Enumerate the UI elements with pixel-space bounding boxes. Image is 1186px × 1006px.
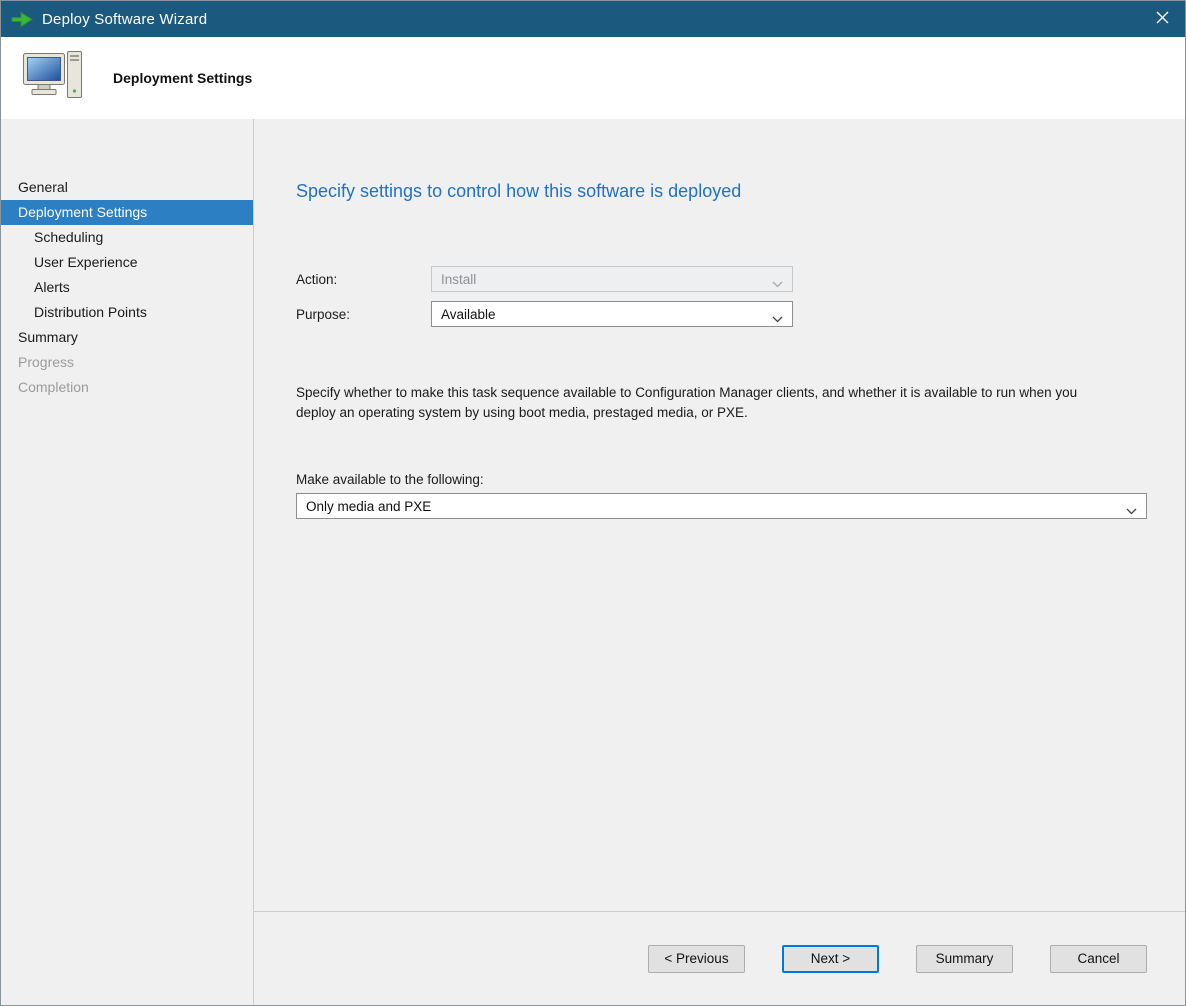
make-available-label: Make available to the following: bbox=[296, 472, 1147, 487]
wizard-header: Deployment Settings bbox=[1, 37, 1185, 119]
action-row: Action: Install bbox=[296, 266, 1147, 292]
titlebar: Deploy Software Wizard bbox=[1, 1, 1185, 37]
sidebar-item-general[interactable]: General bbox=[1, 175, 253, 200]
chevron-down-icon bbox=[772, 311, 783, 318]
sidebar-item-distribution-points[interactable]: Distribution Points bbox=[1, 300, 253, 325]
purpose-select[interactable]: Available bbox=[431, 301, 793, 327]
content-heading: Specify settings to control how this sof… bbox=[296, 181, 1147, 202]
wizard-green-arrow-icon bbox=[11, 11, 33, 28]
purpose-row: Purpose: Available bbox=[296, 301, 1147, 327]
page-title: Deployment Settings bbox=[113, 70, 252, 86]
chevron-down-icon bbox=[772, 276, 783, 283]
make-available-wrap: Only media and PXE bbox=[296, 493, 1147, 519]
purpose-value: Available bbox=[441, 307, 496, 322]
cancel-button[interactable]: Cancel bbox=[1050, 945, 1147, 973]
close-button[interactable] bbox=[1139, 1, 1185, 37]
action-label: Action: bbox=[296, 272, 431, 287]
sidebar-item-completion: Completion bbox=[1, 375, 253, 400]
sidebar-item-alerts[interactable]: Alerts bbox=[1, 275, 253, 300]
sidebar-item-deployment-settings[interactable]: Deployment Settings bbox=[1, 200, 253, 225]
wizard-footer: < Previous Next > Summary Cancel bbox=[254, 911, 1185, 1005]
action-select: Install bbox=[431, 266, 793, 292]
make-available-value: Only media and PXE bbox=[306, 499, 431, 514]
summary-button[interactable]: Summary bbox=[916, 945, 1013, 973]
make-available-select[interactable]: Only media and PXE bbox=[296, 493, 1147, 519]
wizard-steps-sidebar: General Deployment Settings Scheduling U… bbox=[1, 119, 253, 1005]
deploy-software-wizard-window: Deploy Software Wizard bbox=[0, 0, 1186, 1006]
sidebar-item-scheduling[interactable]: Scheduling bbox=[1, 225, 253, 250]
previous-button[interactable]: < Previous bbox=[648, 945, 745, 973]
sidebar-item-progress: Progress bbox=[1, 350, 253, 375]
description-text: Specify whether to make this task sequen… bbox=[296, 383, 1108, 422]
wizard-body: General Deployment Settings Scheduling U… bbox=[1, 119, 1185, 1005]
window-title: Deploy Software Wizard bbox=[42, 11, 207, 28]
action-value: Install bbox=[441, 272, 476, 287]
purpose-label: Purpose: bbox=[296, 307, 431, 322]
chevron-down-icon bbox=[1126, 503, 1137, 510]
computer-icon bbox=[23, 50, 83, 107]
content-column: Specify settings to control how this sof… bbox=[253, 119, 1185, 1005]
close-icon bbox=[1156, 11, 1169, 27]
content-area: Specify settings to control how this sof… bbox=[254, 119, 1185, 911]
sidebar-item-summary[interactable]: Summary bbox=[1, 325, 253, 350]
sidebar-item-user-experience[interactable]: User Experience bbox=[1, 250, 253, 275]
next-button[interactable]: Next > bbox=[782, 945, 879, 973]
